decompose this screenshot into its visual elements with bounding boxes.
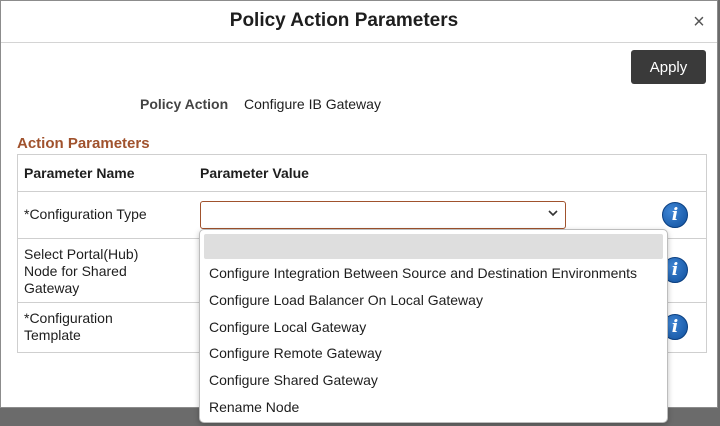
dropdown-option[interactable]: Configure Remote Gateway (209, 345, 382, 361)
dropdown-option[interactable]: Configure Integration Between Source and… (209, 265, 637, 281)
row-label-configuration-template: *Configuration Template (24, 310, 113, 343)
grid-header: Parameter Name Parameter Value (18, 155, 706, 192)
section-title: Action Parameters (17, 135, 150, 152)
header-parameter-name: Parameter Name (24, 165, 135, 181)
info-icon[interactable]: i (662, 202, 688, 228)
configuration-type-dropdown: Configure Integration Between Source and… (199, 229, 668, 423)
apply-button[interactable]: Apply (631, 50, 706, 84)
row-label-configuration-type: *Configuration Type (24, 206, 147, 222)
policy-action-value: Configure IB Gateway (244, 96, 381, 112)
chevron-down-icon (548, 210, 558, 217)
policy-action-label: Policy Action (140, 96, 229, 112)
dialog-title: Policy Action Parameters (229, 10, 459, 31)
dropdown-option-blank[interactable] (204, 234, 663, 259)
dropdown-option[interactable]: Configure Load Balancer On Local Gateway (209, 292, 483, 308)
dialog-titlebar: Policy Action Parameters × (1, 1, 717, 43)
row-label-portal-node: Select Portal(Hub) Node for Shared Gatew… (24, 246, 139, 296)
header-parameter-value: Parameter Value (200, 165, 309, 181)
configuration-type-select[interactable] (200, 201, 566, 229)
dropdown-option[interactable]: Configure Shared Gateway (209, 372, 378, 388)
close-icon[interactable]: × (688, 11, 710, 33)
dropdown-option[interactable]: Rename Node (209, 399, 299, 415)
dropdown-option[interactable]: Configure Local Gateway (209, 319, 366, 335)
